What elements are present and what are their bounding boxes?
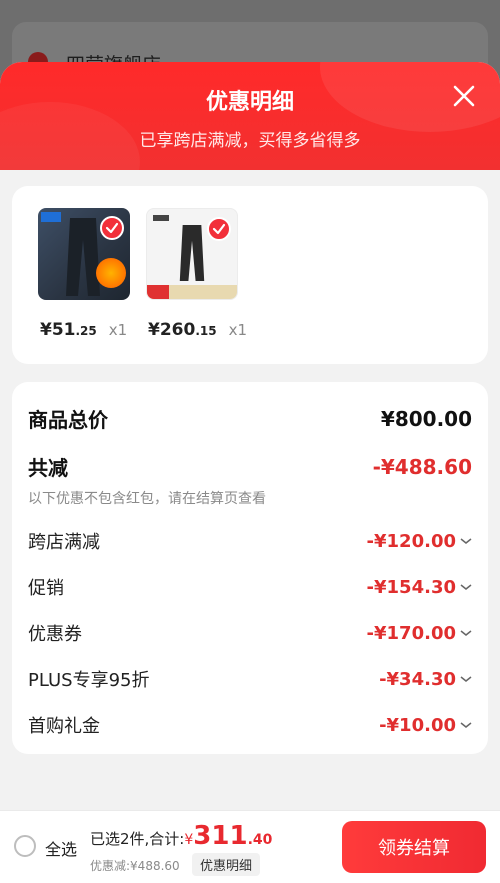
discount-value: -¥10.00 <box>379 714 456 736</box>
discount-value: -¥154.30 <box>366 576 456 598</box>
discount-row[interactable]: 首购礼金 -¥10.00 <box>28 712 472 738</box>
jeans-image <box>66 218 100 296</box>
discount-value: -¥170.00 <box>366 622 456 644</box>
total-price-value: ¥800.00 <box>380 406 472 431</box>
quantity: x1 <box>108 321 128 339</box>
discount-value-wrap: -¥154.30 <box>367 577 472 598</box>
sheet-subtitle: 已享跨店满减，买得多省得多 <box>139 131 361 151</box>
fleece-badge-icon <box>96 258 126 288</box>
product-price: ¥260.15 x1 <box>148 320 247 340</box>
sheet-title: 优惠明细 <box>205 90 294 115</box>
checkout-button[interactable]: 领券结算 <box>342 821 486 873</box>
discount-value-wrap: -¥120.00 <box>367 531 472 552</box>
saved-amount: 优惠减:¥488.60 <box>90 859 180 873</box>
selected-check-icon[interactable] <box>207 217 231 241</box>
price-integer: ¥260 <box>148 320 196 340</box>
total-integer: 311 <box>193 821 248 851</box>
product-item[interactable] <box>38 208 130 300</box>
discount-row[interactable]: 跨店满减 -¥120.00 <box>28 528 472 554</box>
total-price-row: 商品总价 ¥800.00 <box>28 404 472 433</box>
discount-label: PLUS专享95折 <box>28 670 150 691</box>
sheet-header: 优惠明细 已享跨店满减，买得多省得多 <box>0 62 500 170</box>
red-packet-hint: 以下优惠不包含红包，请在结算页查看 <box>28 491 266 507</box>
total-price-label: 商品总价 <box>28 408 108 432</box>
discount-label: 跨店满减 <box>28 532 100 553</box>
discount-value: -¥34.30 <box>379 668 456 690</box>
discount-row[interactable]: 优惠券 -¥170.00 <box>28 620 472 646</box>
discount-value-wrap: -¥170.00 <box>367 623 472 644</box>
product-item[interactable] <box>146 208 238 300</box>
chevron-down-icon <box>460 676 472 682</box>
price-integer: ¥51 <box>40 320 76 340</box>
product-image[interactable] <box>146 208 238 300</box>
product-image[interactable] <box>38 208 130 300</box>
chevron-down-icon <box>460 584 472 590</box>
discount-details-card: 商品总价 ¥800.00 共减 -¥488.60 以下优惠不包含红包，请在结算页… <box>12 382 488 754</box>
discount-row[interactable]: 促销 -¥154.30 <box>28 574 472 600</box>
discount-row[interactable]: PLUS专享95折 -¥34.30 <box>28 666 472 692</box>
price-decimal: .15 <box>195 324 217 338</box>
order-summary: 已选2件,合计:¥311.40 <box>90 821 272 851</box>
checkout-bar: 全选 已选2件,合计:¥311.40 优惠减:¥488.60 优惠明细 领券结算 <box>0 810 500 883</box>
close-icon <box>453 85 475 107</box>
chevron-down-icon <box>460 538 472 544</box>
brand-logo <box>153 215 169 221</box>
pants-image <box>179 225 205 281</box>
discount-detail-sheet: 优惠明细 已享跨店满减，买得多省得多 ¥51.25 x1 ¥260.15 x1 … <box>0 62 500 883</box>
discount-label: 首购礼金 <box>28 716 100 737</box>
product-price: ¥51.25 x1 <box>40 320 127 340</box>
selected-products-card: ¥51.25 x1 ¥260.15 x1 <box>12 186 488 364</box>
total-decimal: .40 <box>247 832 273 848</box>
discount-value-wrap: -¥10.00 <box>379 715 472 736</box>
chevron-down-icon <box>460 630 472 636</box>
discount-value-wrap: -¥34.30 <box>379 669 472 690</box>
total-discount-row: 共减 -¥488.60 <box>28 452 472 481</box>
chevron-down-icon <box>460 722 472 728</box>
select-all-radio[interactable] <box>14 835 36 857</box>
select-all-label[interactable]: 全选 <box>45 836 77 860</box>
selected-count-text: 已选2件,合计: <box>90 830 185 848</box>
discount-value: -¥120.00 <box>366 530 456 552</box>
quantity: x1 <box>228 321 248 339</box>
discount-detail-button[interactable]: 优惠明细 <box>192 853 261 876</box>
total-currency: ¥ <box>184 832 194 848</box>
selected-check-icon[interactable] <box>100 216 124 240</box>
total-discount-label: 共减 <box>28 456 68 480</box>
total-discount-value: -¥488.60 <box>372 454 472 479</box>
promo-strip <box>147 285 237 299</box>
close-button[interactable] <box>450 82 478 110</box>
price-decimal: .25 <box>75 324 97 338</box>
discount-label: 优惠券 <box>28 624 82 645</box>
brand-logo <box>41 212 61 222</box>
discount-label: 促销 <box>28 578 64 599</box>
